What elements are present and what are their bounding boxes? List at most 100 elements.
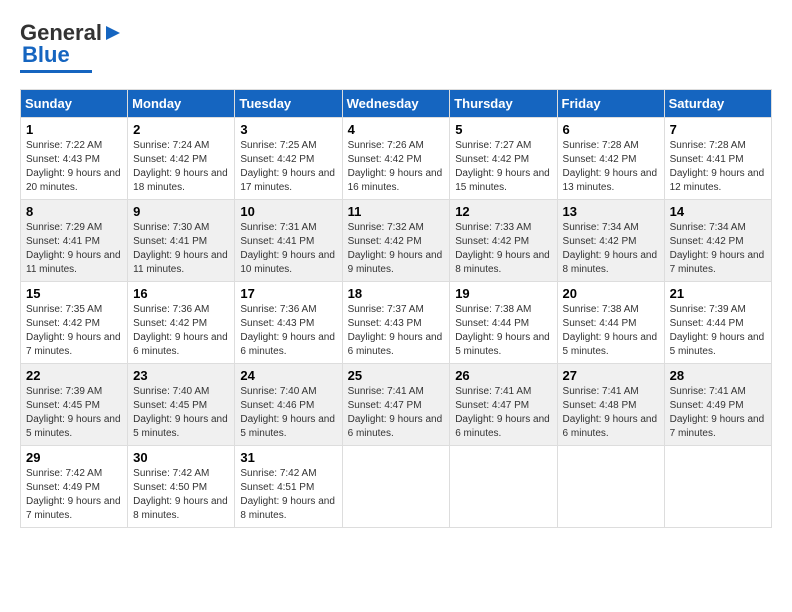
day-info: Sunrise: 7:38 AMSunset: 4:44 PMDaylight:… — [455, 303, 551, 359]
calendar-week-2: 8 Sunrise: 7:29 AMSunset: 4:41 PMDayligh… — [21, 200, 772, 282]
day-info: Sunrise: 7:30 AMSunset: 4:41 PMDaylight:… — [133, 221, 229, 277]
day-number: 14 — [670, 204, 766, 219]
day-info: Sunrise: 7:41 AMSunset: 4:48 PMDaylight:… — [563, 385, 659, 441]
day-info: Sunrise: 7:36 AMSunset: 4:42 PMDaylight:… — [133, 303, 229, 359]
calendar-cell: 15 Sunrise: 7:35 AMSunset: 4:42 PMDaylig… — [21, 282, 128, 364]
day-number: 23 — [133, 368, 229, 383]
day-info: Sunrise: 7:39 AMSunset: 4:44 PMDaylight:… — [670, 303, 766, 359]
day-number: 27 — [563, 368, 659, 383]
day-info: Sunrise: 7:38 AMSunset: 4:44 PMDaylight:… — [563, 303, 659, 359]
day-header-monday: Monday — [128, 90, 235, 118]
day-info: Sunrise: 7:37 AMSunset: 4:43 PMDaylight:… — [348, 303, 445, 359]
day-number: 5 — [455, 122, 551, 137]
day-number: 28 — [670, 368, 766, 383]
day-number: 12 — [455, 204, 551, 219]
day-number: 13 — [563, 204, 659, 219]
day-number: 30 — [133, 450, 229, 465]
day-info: Sunrise: 7:40 AMSunset: 4:45 PMDaylight:… — [133, 385, 229, 441]
day-number: 9 — [133, 204, 229, 219]
day-info: Sunrise: 7:36 AMSunset: 4:43 PMDaylight:… — [240, 303, 336, 359]
calendar-cell: 23 Sunrise: 7:40 AMSunset: 4:45 PMDaylig… — [128, 364, 235, 446]
day-number: 4 — [348, 122, 445, 137]
day-number: 17 — [240, 286, 336, 301]
calendar-cell: 3 Sunrise: 7:25 AMSunset: 4:42 PMDayligh… — [235, 118, 342, 200]
day-number: 16 — [133, 286, 229, 301]
day-info: Sunrise: 7:31 AMSunset: 4:41 PMDaylight:… — [240, 221, 336, 277]
calendar-cell: 20 Sunrise: 7:38 AMSunset: 4:44 PMDaylig… — [557, 282, 664, 364]
day-number: 10 — [240, 204, 336, 219]
day-info: Sunrise: 7:40 AMSunset: 4:46 PMDaylight:… — [240, 385, 336, 441]
calendar-cell: 31 Sunrise: 7:42 AMSunset: 4:51 PMDaylig… — [235, 446, 342, 528]
calendar-cell — [450, 446, 557, 528]
calendar-table: SundayMondayTuesdayWednesdayThursdayFrid… — [20, 89, 772, 528]
day-number: 7 — [670, 122, 766, 137]
day-number: 19 — [455, 286, 551, 301]
day-info: Sunrise: 7:39 AMSunset: 4:45 PMDaylight:… — [26, 385, 122, 441]
calendar-cell — [664, 446, 771, 528]
day-info: Sunrise: 7:33 AMSunset: 4:42 PMDaylight:… — [455, 221, 551, 277]
day-header-wednesday: Wednesday — [342, 90, 450, 118]
calendar-cell: 1 Sunrise: 7:22 AMSunset: 4:43 PMDayligh… — [21, 118, 128, 200]
calendar-cell — [557, 446, 664, 528]
calendar-cell: 11 Sunrise: 7:32 AMSunset: 4:42 PMDaylig… — [342, 200, 450, 282]
day-number: 24 — [240, 368, 336, 383]
day-info: Sunrise: 7:27 AMSunset: 4:42 PMDaylight:… — [455, 139, 551, 195]
calendar-cell: 4 Sunrise: 7:26 AMSunset: 4:42 PMDayligh… — [342, 118, 450, 200]
day-info: Sunrise: 7:29 AMSunset: 4:41 PMDaylight:… — [26, 221, 122, 277]
calendar-cell: 7 Sunrise: 7:28 AMSunset: 4:41 PMDayligh… — [664, 118, 771, 200]
calendar-cell: 19 Sunrise: 7:38 AMSunset: 4:44 PMDaylig… — [450, 282, 557, 364]
day-info: Sunrise: 7:41 AMSunset: 4:49 PMDaylight:… — [670, 385, 766, 441]
day-number: 20 — [563, 286, 659, 301]
day-info: Sunrise: 7:22 AMSunset: 4:43 PMDaylight:… — [26, 139, 122, 195]
calendar-cell: 14 Sunrise: 7:34 AMSunset: 4:42 PMDaylig… — [664, 200, 771, 282]
calendar-cell: 26 Sunrise: 7:41 AMSunset: 4:47 PMDaylig… — [450, 364, 557, 446]
day-number: 11 — [348, 204, 445, 219]
day-header-tuesday: Tuesday — [235, 90, 342, 118]
day-number: 26 — [455, 368, 551, 383]
day-info: Sunrise: 7:26 AMSunset: 4:42 PMDaylight:… — [348, 139, 445, 195]
day-info: Sunrise: 7:41 AMSunset: 4:47 PMDaylight:… — [455, 385, 551, 441]
day-info: Sunrise: 7:24 AMSunset: 4:42 PMDaylight:… — [133, 139, 229, 195]
calendar-week-3: 15 Sunrise: 7:35 AMSunset: 4:42 PMDaylig… — [21, 282, 772, 364]
logo-underline — [20, 70, 92, 73]
logo-blue: Blue — [22, 42, 70, 68]
day-number: 22 — [26, 368, 122, 383]
calendar-cell: 12 Sunrise: 7:33 AMSunset: 4:42 PMDaylig… — [450, 200, 557, 282]
day-number: 8 — [26, 204, 122, 219]
day-number: 18 — [348, 286, 445, 301]
day-info: Sunrise: 7:34 AMSunset: 4:42 PMDaylight:… — [563, 221, 659, 277]
calendar-cell: 13 Sunrise: 7:34 AMSunset: 4:42 PMDaylig… — [557, 200, 664, 282]
calendar-cell: 6 Sunrise: 7:28 AMSunset: 4:42 PMDayligh… — [557, 118, 664, 200]
day-header-sunday: Sunday — [21, 90, 128, 118]
calendar-week-4: 22 Sunrise: 7:39 AMSunset: 4:45 PMDaylig… — [21, 364, 772, 446]
calendar-cell: 17 Sunrise: 7:36 AMSunset: 4:43 PMDaylig… — [235, 282, 342, 364]
day-header-saturday: Saturday — [664, 90, 771, 118]
day-number: 15 — [26, 286, 122, 301]
day-header-friday: Friday — [557, 90, 664, 118]
day-info: Sunrise: 7:25 AMSunset: 4:42 PMDaylight:… — [240, 139, 336, 195]
day-number: 2 — [133, 122, 229, 137]
logo-arrow-icon — [102, 22, 124, 44]
day-number: 3 — [240, 122, 336, 137]
calendar-cell: 30 Sunrise: 7:42 AMSunset: 4:50 PMDaylig… — [128, 446, 235, 528]
logo: General Blue — [20, 20, 124, 73]
calendar-cell: 21 Sunrise: 7:39 AMSunset: 4:44 PMDaylig… — [664, 282, 771, 364]
day-number: 6 — [563, 122, 659, 137]
calendar-cell: 27 Sunrise: 7:41 AMSunset: 4:48 PMDaylig… — [557, 364, 664, 446]
day-info: Sunrise: 7:41 AMSunset: 4:47 PMDaylight:… — [348, 385, 445, 441]
calendar-cell: 10 Sunrise: 7:31 AMSunset: 4:41 PMDaylig… — [235, 200, 342, 282]
calendar-week-1: 1 Sunrise: 7:22 AMSunset: 4:43 PMDayligh… — [21, 118, 772, 200]
day-info: Sunrise: 7:28 AMSunset: 4:41 PMDaylight:… — [670, 139, 766, 195]
calendar-cell — [342, 446, 450, 528]
calendar-cell: 18 Sunrise: 7:37 AMSunset: 4:43 PMDaylig… — [342, 282, 450, 364]
day-number: 1 — [26, 122, 122, 137]
calendar-cell: 2 Sunrise: 7:24 AMSunset: 4:42 PMDayligh… — [128, 118, 235, 200]
calendar-week-5: 29 Sunrise: 7:42 AMSunset: 4:49 PMDaylig… — [21, 446, 772, 528]
page-header: General Blue — [20, 20, 772, 73]
calendar-cell: 29 Sunrise: 7:42 AMSunset: 4:49 PMDaylig… — [21, 446, 128, 528]
day-number: 25 — [348, 368, 445, 383]
header-row: SundayMondayTuesdayWednesdayThursdayFrid… — [21, 90, 772, 118]
calendar-cell: 9 Sunrise: 7:30 AMSunset: 4:41 PMDayligh… — [128, 200, 235, 282]
day-info: Sunrise: 7:34 AMSunset: 4:42 PMDaylight:… — [670, 221, 766, 277]
calendar-cell: 24 Sunrise: 7:40 AMSunset: 4:46 PMDaylig… — [235, 364, 342, 446]
